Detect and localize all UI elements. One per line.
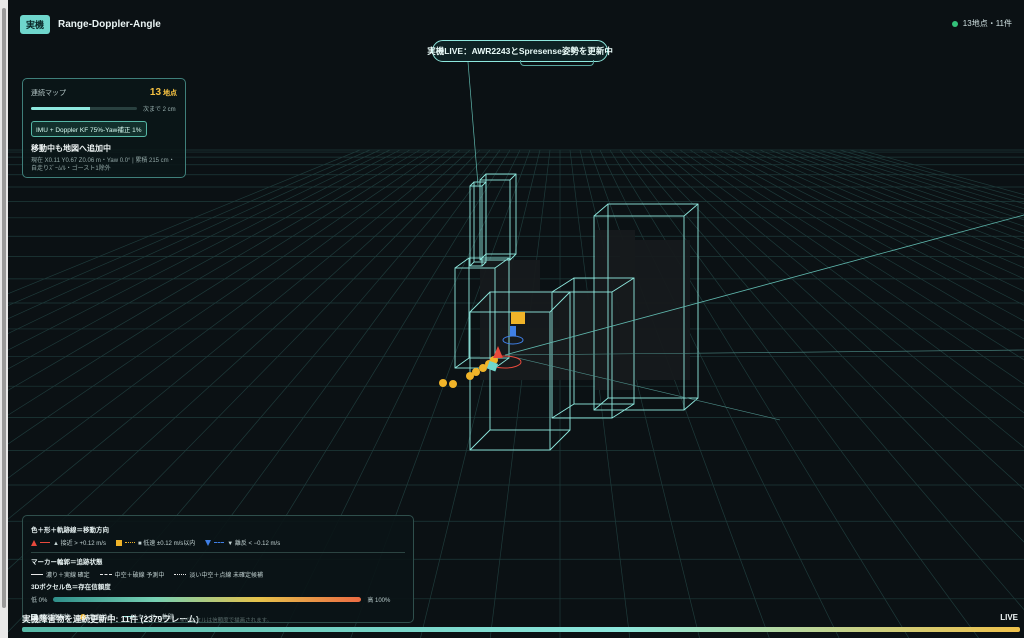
- progress-label: 次まで 2 cm: [143, 107, 176, 113]
- path-point: [472, 368, 480, 376]
- legend-recede: ▼ 離反 < −0.12 m/s: [227, 541, 281, 547]
- legend-unconfirmed: 淡い中空＋点線 未確定候補: [189, 573, 264, 579]
- app-title: Range-Doppler-Angle: [58, 19, 161, 30]
- map-panel-label: 連続マップ: [31, 90, 66, 97]
- grid-line: [799, 149, 1024, 227]
- recede-marker: [510, 326, 516, 336]
- approach-triangle-icon: [31, 539, 37, 546]
- confidence-low: 低 0%: [31, 598, 48, 604]
- grid-line: [859, 149, 1024, 196]
- grid-line: [699, 149, 1024, 340]
- obstacle-box: [479, 253, 487, 261]
- grid-line: [809, 149, 1024, 221]
- grid-line: [629, 149, 1024, 611]
- grid-line: [569, 149, 631, 638]
- obstacle-box: [683, 203, 699, 217]
- grid-line: [729, 149, 1024, 292]
- approach-line-icon: [40, 542, 50, 543]
- grid-line: [599, 149, 840, 638]
- panel-detail: 現在 X0.11 Y0.67 Z0.06 m・Yaw 0.0° | 累積 215…: [31, 158, 175, 172]
- mode-badge[interactable]: 実機: [20, 15, 51, 34]
- app-header: 実機 Range-Doppler-Angle: [20, 15, 161, 34]
- path-point: [439, 379, 447, 387]
- progress-fill: [31, 107, 91, 110]
- obstacle-box: [454, 357, 470, 369]
- grid-line: [669, 149, 1024, 414]
- recede-line-icon: [214, 542, 225, 543]
- obstacle-box: [481, 181, 487, 187]
- grid-line: [749, 149, 1024, 269]
- point-count: 13 地点: [150, 87, 177, 98]
- bottom-status: 実機障害物を連続更新中: 11件 (2379フレーム): [22, 614, 199, 624]
- legend-approach: ▲ 接近 > +0.12 m/s: [53, 541, 106, 547]
- grid-line: [589, 149, 770, 638]
- slow-marker: [511, 312, 525, 324]
- top-status-text: 13地点・11件: [962, 19, 1012, 28]
- path-point: [449, 380, 457, 388]
- grid-line: [489, 149, 551, 638]
- live-tag: LIVE: [1000, 613, 1018, 622]
- progress-bar: [31, 107, 137, 110]
- grid-line: [679, 149, 1024, 385]
- grid-line: [719, 149, 1024, 306]
- obstacle-box: [469, 429, 491, 451]
- obstacle-box: [593, 203, 609, 217]
- point-count-value: 13: [149, 87, 162, 98]
- solid-line-icon: [31, 574, 43, 575]
- legend-slow: ■ 低速 ±0.12 m/s以内: [137, 541, 196, 547]
- grid-line: [689, 149, 1024, 361]
- grid-line: [649, 149, 1024, 490]
- slow-square-icon: [115, 539, 122, 546]
- confidence-gradient: [53, 597, 362, 602]
- scrollbar-thumb[interactable]: [2, 8, 6, 608]
- legend-title-confidence: 3Dボクセル色＝存在信頼度: [31, 584, 111, 591]
- confidence-high: 高 100%: [367, 598, 391, 604]
- banner-tabs[interactable]: [520, 60, 594, 66]
- obstacle-box: [469, 261, 475, 267]
- obstacle-box: [611, 403, 635, 419]
- grid-line: [579, 149, 700, 638]
- left-scrollbar[interactable]: [0, 0, 8, 638]
- recede-triangle-icon: [205, 539, 212, 546]
- banner-leader-line: [467, 61, 479, 186]
- live-banner[interactable]: 実機LIVE：AWR2243とSpresense姿勢を更新中: [427, 40, 613, 62]
- panel-heading: 移動中も地図へ追加中: [31, 144, 111, 153]
- legend-title-tracking: マーカー輪郭＝追跡状態: [31, 559, 103, 566]
- dashed-line-icon: [99, 574, 112, 575]
- obstacle-box: [454, 257, 470, 269]
- legend-panel: 色＋形＋軌跡線＝移動方向 ▲ 接近 > +0.12 m/s ■ 低速 ±0.12…: [22, 515, 414, 623]
- map-panel: 連続マップ 13 地点 次まで 2 cm IMU + Doppler KF 75…: [22, 78, 186, 178]
- legend-title-direction: 色＋形＋軌跡線＝移動方向: [31, 527, 109, 534]
- status-dot-icon: [951, 20, 958, 27]
- bottom-note: ※ボクセルは信頼度で描画されます。: [180, 618, 273, 624]
- voxel-cluster: [620, 240, 690, 380]
- obstacle-box: [683, 397, 699, 411]
- obstacle-box: [485, 173, 517, 255]
- legend-divider: [31, 552, 405, 553]
- obstacle-box: [551, 403, 575, 419]
- legend-confirmed: 濃り＋実線 確定: [46, 573, 90, 579]
- grid-line: [609, 149, 910, 638]
- grid-line: [849, 149, 1024, 200]
- legend-predicted: 中空＋破線 予測中: [114, 573, 165, 579]
- obstacle-box: [469, 181, 475, 187]
- obstacle-box: [551, 277, 575, 293]
- slow-line-icon: [124, 542, 135, 543]
- dotted-line-icon: [174, 574, 187, 575]
- grid-line: [659, 149, 1024, 448]
- top-status: 13地点・11件: [951, 18, 1012, 29]
- bottom-progress-bar: [22, 627, 1020, 632]
- point-count-unit: 地点: [163, 90, 177, 97]
- kf-chip[interactable]: IMU + Doppler KF 75%-Yaw補正 1%: [31, 121, 147, 137]
- grid-line: [619, 149, 979, 638]
